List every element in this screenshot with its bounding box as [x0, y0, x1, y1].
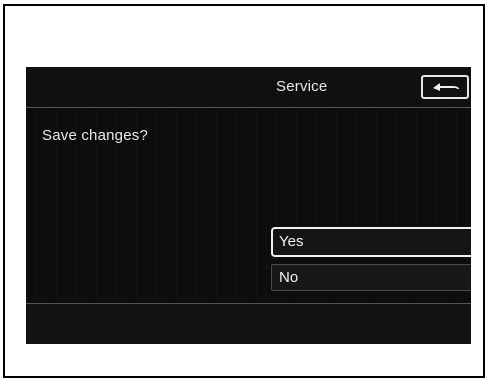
back-button[interactable]	[421, 75, 469, 99]
screen-footer	[26, 304, 471, 344]
infotainment-screen: Service Save changes? Yes No	[26, 67, 471, 344]
back-arrow-icon	[433, 83, 459, 91]
screenshot-frame: Service Save changes? Yes No	[3, 4, 485, 378]
save-changes-prompt: Save changes?	[42, 127, 149, 144]
no-option[interactable]: No	[271, 264, 471, 291]
screen-title: Service	[276, 78, 328, 95]
yes-option[interactable]: Yes	[271, 227, 471, 257]
screen-header: Service	[26, 67, 471, 108]
